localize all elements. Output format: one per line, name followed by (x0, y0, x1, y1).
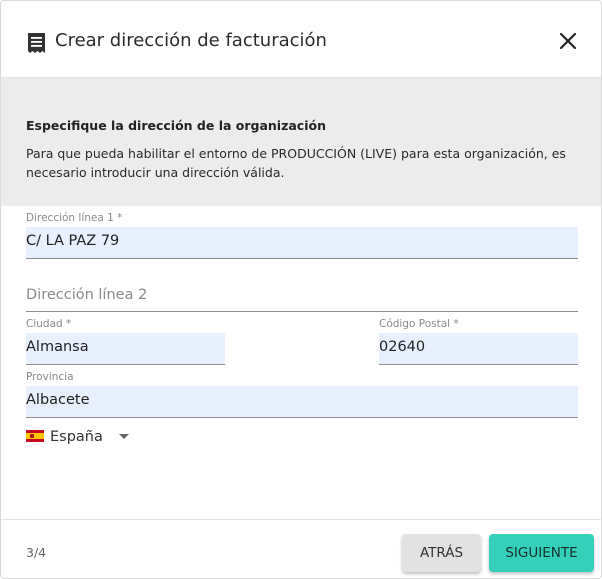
dialog-title: Crear dirección de facturación (55, 30, 327, 51)
close-icon[interactable] (557, 30, 579, 52)
back-button[interactable]: ATRÁS (402, 534, 481, 572)
address-line2-placeholder: Dirección línea 2 (26, 287, 148, 303)
dialog-header: Crear dirección de facturación (1, 1, 601, 78)
receipt-icon (28, 33, 45, 53)
address-line1-input[interactable]: C/ LA PAZ 79 (26, 227, 578, 259)
chevron-down-icon[interactable] (118, 434, 129, 439)
postal-code-field[interactable]: Código Postal * 02640 (379, 318, 578, 365)
info-banner: Especifique la dirección de la organizac… (1, 78, 601, 206)
postal-code-input[interactable]: 02640 (379, 333, 578, 365)
city-input[interactable]: Almansa (26, 333, 225, 365)
address-line2-field[interactable]: Dirección línea 2 (26, 265, 578, 312)
address-line1-field[interactable]: Dirección línea 1 * C/ LA PAZ 79 (26, 212, 578, 259)
province-label: Provincia (26, 371, 74, 383)
city-value: Almansa (26, 339, 89, 355)
banner-text: Para que pueda habilitar el entorno de P… (26, 146, 566, 180)
banner-title: Especifique la dirección de la organizac… (26, 118, 326, 133)
address-line1-label: Dirección línea 1 * (26, 212, 123, 224)
city-label: Ciudad * (26, 318, 72, 330)
postal-code-label: Código Postal * (379, 318, 459, 330)
next-button[interactable]: SIGUIENTE (489, 534, 594, 572)
province-value: Albacete (26, 392, 90, 408)
footer-divider (1, 519, 601, 520)
country-value: España (50, 429, 103, 445)
billing-address-dialog: Crear dirección de facturación Especifiq… (0, 0, 602, 579)
postal-code-value: 02640 (379, 339, 426, 355)
spain-flag-icon (26, 430, 44, 442)
address-line1-value: C/ LA PAZ 79 (26, 233, 120, 249)
address-line2-input[interactable]: Dirección línea 2 (26, 280, 578, 312)
country-select[interactable]: España (26, 429, 129, 449)
province-input[interactable]: Albacete (26, 386, 578, 418)
step-indicator: 3/4 (26, 545, 47, 560)
city-field[interactable]: Ciudad * Almansa (26, 318, 225, 365)
province-field[interactable]: Provincia Albacete (26, 371, 578, 418)
